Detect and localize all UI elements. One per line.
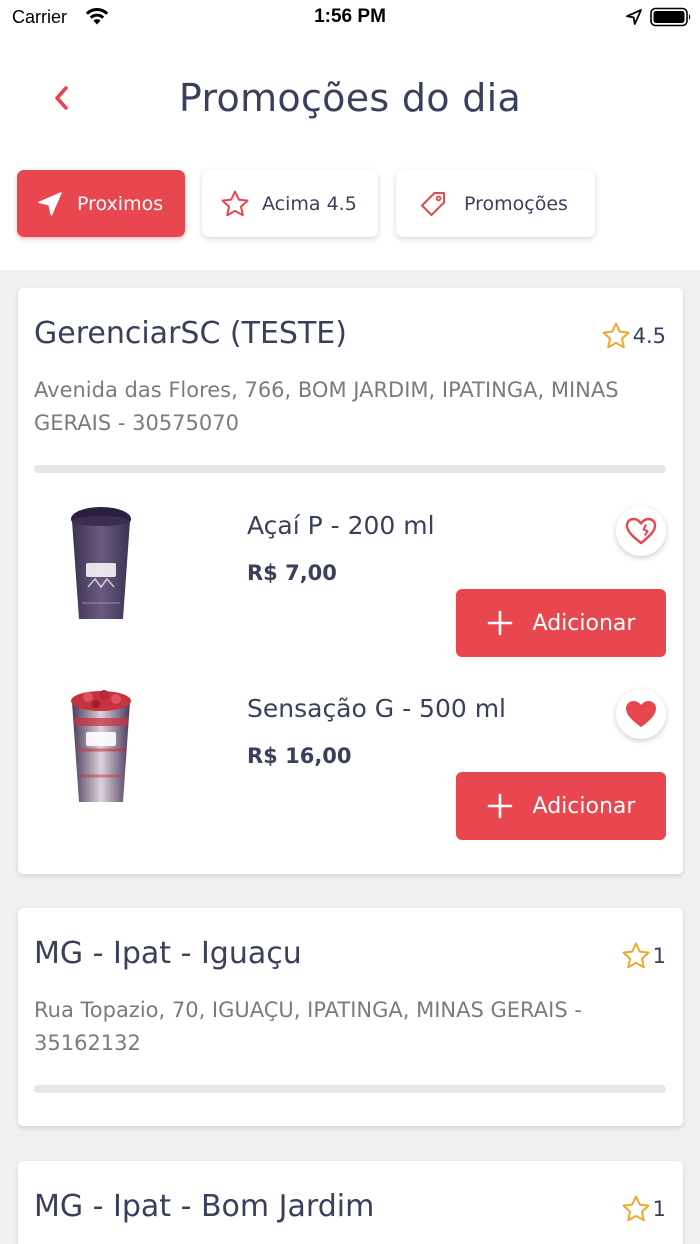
add-to-cart-button[interactable]: Adicionar bbox=[456, 772, 666, 840]
filter-promocoes-button[interactable]: Promoções bbox=[396, 170, 595, 237]
filter-acima-button[interactable]: Acima 4.5 bbox=[202, 170, 378, 237]
location-arrow-icon bbox=[626, 9, 642, 25]
favorite-button[interactable] bbox=[616, 689, 666, 739]
card-divider bbox=[34, 1085, 666, 1093]
product-name: Sensação G - 500 ml bbox=[247, 694, 506, 723]
product-item: Sensação G - 500 ml R$ 16,00 Adicionar bbox=[18, 686, 683, 856]
filter-promocoes-label: Promoções bbox=[464, 192, 568, 215]
heart-filled-icon bbox=[626, 701, 656, 727]
plus-icon bbox=[487, 793, 512, 819]
store-name: MG - Ipat - Iguaçu bbox=[34, 936, 302, 971]
star-rating-icon bbox=[622, 1195, 650, 1222]
add-button-label: Adicionar bbox=[532, 793, 636, 819]
plus-icon bbox=[487, 610, 512, 636]
page-title: Promoções do dia bbox=[178, 76, 522, 120]
store-card[interactable]: GerenciarSC (TESTE) 4.5 Avenida das Flor… bbox=[18, 288, 683, 874]
product-price: R$ 16,00 bbox=[247, 744, 352, 768]
store-name: GerenciarSC (TESTE) bbox=[34, 316, 347, 351]
heart-outline-icon bbox=[625, 517, 657, 545]
favorite-button[interactable] bbox=[616, 506, 666, 556]
navigation-arrow-icon bbox=[38, 191, 62, 216]
store-address: Avenida das Flores, 766, BOM JARDIM, IPA… bbox=[34, 378, 619, 435]
price-tag-icon bbox=[421, 191, 445, 216]
card-divider bbox=[34, 465, 666, 473]
product-price: R$ 7,00 bbox=[247, 561, 337, 585]
star-rating-icon bbox=[622, 942, 650, 969]
store-rating: 4.5 bbox=[600, 320, 666, 352]
acai-cup-image bbox=[71, 507, 131, 619]
product-name: Açaí P - 200 ml bbox=[247, 511, 435, 540]
battery-icon bbox=[650, 7, 691, 27]
add-button-label: Adicionar bbox=[532, 610, 636, 636]
store-rating: 1 bbox=[620, 940, 666, 972]
store-address: Rua Topazio, 70, IGUAÇU, IPATINGA, MINAS… bbox=[34, 998, 582, 1055]
filter-proximos-label: Proximos bbox=[77, 192, 164, 215]
rating-value: 1 bbox=[652, 944, 666, 968]
store-name: MG - Ipat - Bom Jardim bbox=[34, 1189, 375, 1224]
star-icon bbox=[221, 190, 249, 216]
status-time: 1:56 PM bbox=[314, 6, 386, 27]
star-rating-icon bbox=[602, 322, 630, 349]
add-to-cart-button[interactable]: Adicionar bbox=[456, 589, 666, 657]
filter-acima-label: Acima 4.5 bbox=[262, 192, 357, 215]
rating-value: 1 bbox=[652, 1197, 666, 1221]
product-item: Açaí P - 200 ml R$ 7,00 Adicionar bbox=[18, 503, 683, 673]
store-rating: 1 bbox=[620, 1193, 666, 1225]
store-card[interactable]: MG - Ipat - Iguaçu 1 Rua Topazio, 70, IG… bbox=[18, 908, 683, 1126]
rating-value: 4.5 bbox=[632, 324, 666, 348]
status-bar: Carrier 1:56 PM bbox=[0, 0, 700, 36]
filter-proximos-button[interactable]: Proximos bbox=[17, 170, 185, 237]
acai-cup-image bbox=[71, 690, 131, 802]
store-card[interactable]: MG - Ipat - Bom Jardim 1 bbox=[18, 1161, 683, 1244]
